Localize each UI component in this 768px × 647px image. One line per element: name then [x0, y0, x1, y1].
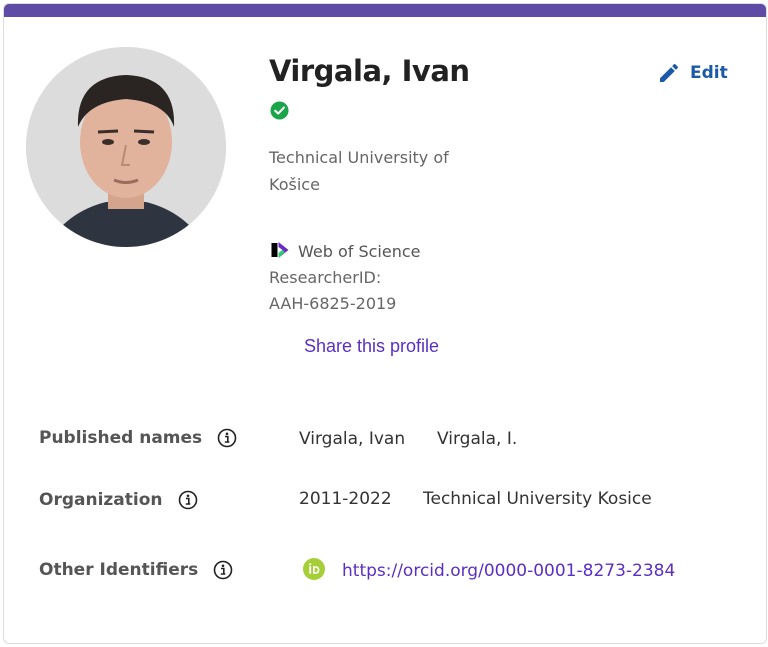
- accent-stripe: [4, 4, 766, 17]
- share-profile-link[interactable]: Share this profile: [304, 336, 439, 357]
- profile-card: Virgala, Ivan Edit Technical University …: [3, 3, 767, 644]
- info-icon[interactable]: [217, 428, 237, 448]
- wos-brand: Web of Science: [298, 242, 421, 261]
- affiliation: Technical University of Košice: [269, 148, 449, 194]
- published-names-label: Published names: [39, 428, 237, 448]
- orcid-link[interactable]: https://orcid.org/0000-0001-8273-2384: [342, 561, 675, 581]
- researcher-id-value: AAH-6825-2019: [269, 294, 397, 313]
- researcher-id-label: ResearcherID:: [269, 268, 382, 287]
- orcid-icon: [303, 558, 325, 580]
- edit-button[interactable]: Edit: [657, 61, 728, 85]
- published-names-text: Published names: [39, 428, 203, 448]
- other-identifiers-text: Other Identifiers: [39, 560, 199, 580]
- researcher-id-block: Web of Science ResearcherID: AAH-6825-20…: [269, 239, 469, 317]
- pencil-icon: [660, 63, 679, 82]
- organization-label: Organization: [39, 490, 198, 510]
- other-identifiers-label: Other Identifiers: [39, 560, 233, 580]
- published-name-2: Virgala, I.: [437, 429, 518, 449]
- published-name-1: Virgala, Ivan: [299, 429, 406, 449]
- verified-check-icon: [270, 101, 289, 120]
- avatar: [26, 47, 226, 247]
- web-of-science-logo: [271, 242, 289, 258]
- info-icon[interactable]: [178, 490, 198, 510]
- info-icon[interactable]: [213, 560, 233, 580]
- profile-name: Virgala, Ivan: [269, 54, 470, 88]
- organization-years: 2011-2022: [299, 489, 392, 509]
- organization-name: Technical University Kosice: [423, 489, 652, 509]
- organization-text: Organization: [39, 490, 163, 510]
- avatar-photo: [26, 47, 226, 247]
- edit-label: Edit: [690, 63, 728, 83]
